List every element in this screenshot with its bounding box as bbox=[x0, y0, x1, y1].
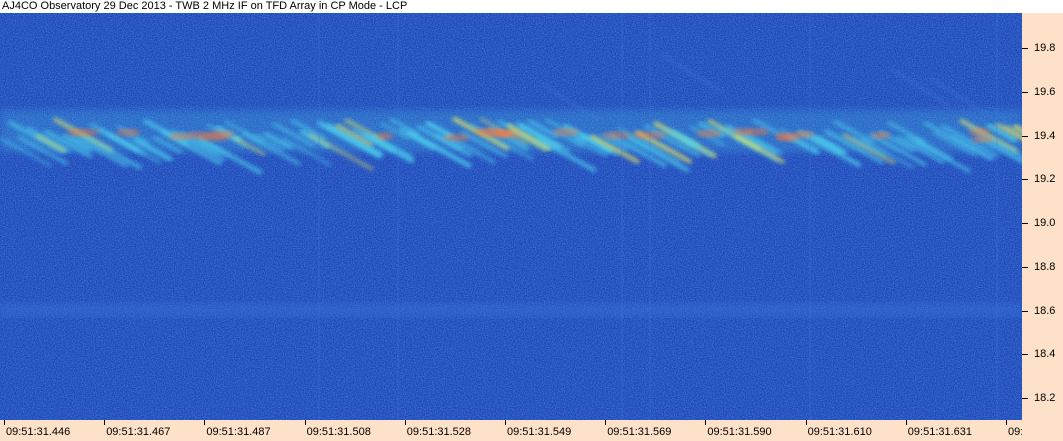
y-tick-mark bbox=[1022, 135, 1028, 137]
x-tick-label: 09:51:31.487 bbox=[206, 426, 271, 438]
x-tick-label: 09:51:31.528 bbox=[406, 426, 472, 438]
x-tick-label: 09:51:31.446 bbox=[6, 426, 71, 438]
emission-hotspot bbox=[794, 130, 814, 139]
x-tick-mark bbox=[304, 420, 306, 425]
time-axis: 09:51:31.446 09:51:31.467 09:51:31.487 09:5… bbox=[0, 420, 1063, 441]
x-tick-label: 09:51:31.508 bbox=[306, 426, 371, 438]
y-tick-mark bbox=[1022, 354, 1028, 356]
spectrogram-title: AJ4CO Observatory 29 Dec 2013 - TWB 2 MH… bbox=[2, 0, 408, 12]
y-tick-label: 18.2 bbox=[1034, 392, 1056, 405]
x-tick-mark bbox=[805, 420, 807, 425]
x-tick-mark bbox=[4, 420, 5, 425]
x-tick-label: 09:51:31.549 bbox=[507, 426, 572, 438]
y-tick-label: 18.8 bbox=[1034, 260, 1056, 273]
x-tick-mark bbox=[204, 420, 206, 425]
faint-band bbox=[0, 303, 1022, 317]
y-tick-label: 19.4 bbox=[1034, 129, 1056, 142]
y-tick-label: 18.4 bbox=[1034, 348, 1056, 361]
x-tick-label: 09:51:31.610 bbox=[807, 426, 872, 438]
axis-corner bbox=[1022, 420, 1063, 441]
y-tick-mark bbox=[1022, 398, 1028, 400]
x-tick-label: 09:51:31.467 bbox=[106, 426, 171, 438]
x-tick-label: 09:51:31.590 bbox=[707, 426, 772, 438]
emission-hotspot bbox=[66, 128, 100, 137]
emission-hotspot bbox=[552, 128, 579, 137]
y-tick-label: 19.8 bbox=[1034, 42, 1056, 54]
emission-hotspot bbox=[168, 132, 192, 141]
emission-hotspot bbox=[602, 131, 632, 140]
emission-hotspot bbox=[732, 127, 753, 136]
spectrogram-noise-dark bbox=[0, 13, 1022, 420]
emission-hotspot bbox=[116, 128, 141, 137]
emission-hotspot bbox=[971, 134, 994, 143]
x-tick-mark bbox=[505, 420, 506, 425]
y-tick-mark bbox=[1022, 48, 1028, 49]
emission-hotspot bbox=[774, 132, 796, 141]
spectrogram-plot-area[interactable] bbox=[0, 13, 1022, 420]
y-tick-label: 18.6 bbox=[1034, 304, 1056, 317]
frequency-axis: 19.8 19.6 19.4 19.2 19.0 18.8 18.6 18.4 18.2 bbox=[1022, 13, 1063, 420]
y-tick-mark bbox=[1022, 310, 1028, 312]
emission-hotspot bbox=[968, 127, 990, 136]
y-tick-label: 19.6 bbox=[1034, 85, 1056, 98]
emission-hotspot bbox=[871, 131, 891, 140]
y-tick-mark bbox=[1022, 91, 1028, 93]
x-tick-mark bbox=[905, 420, 907, 425]
emission-hotspot bbox=[443, 133, 470, 142]
spectrogram-image bbox=[0, 13, 1022, 420]
x-tick-mark bbox=[404, 420, 406, 425]
x-tick-mark bbox=[605, 420, 607, 425]
x-tick-label: 09:51:31.631 bbox=[907, 426, 973, 438]
x-tick-mark bbox=[705, 420, 707, 425]
emission-hotspot bbox=[377, 132, 394, 141]
y-tick-label: 19.2 bbox=[1034, 173, 1056, 186]
y-tick-label: 19.0 bbox=[1034, 217, 1056, 230]
y-tick-mark bbox=[1022, 223, 1028, 225]
y-tick-mark bbox=[1022, 266, 1028, 268]
x-tick-label: 09:51:31.569 bbox=[607, 426, 672, 438]
emission-hotspot bbox=[696, 129, 722, 138]
spectrogram-title-bar: AJ4CO Observatory 29 Dec 2013 - TWB 2 MH… bbox=[0, 0, 1063, 13]
x-tick-mark bbox=[1006, 420, 1007, 425]
y-tick-mark bbox=[1022, 179, 1028, 181]
x-tick-mark bbox=[104, 420, 106, 425]
